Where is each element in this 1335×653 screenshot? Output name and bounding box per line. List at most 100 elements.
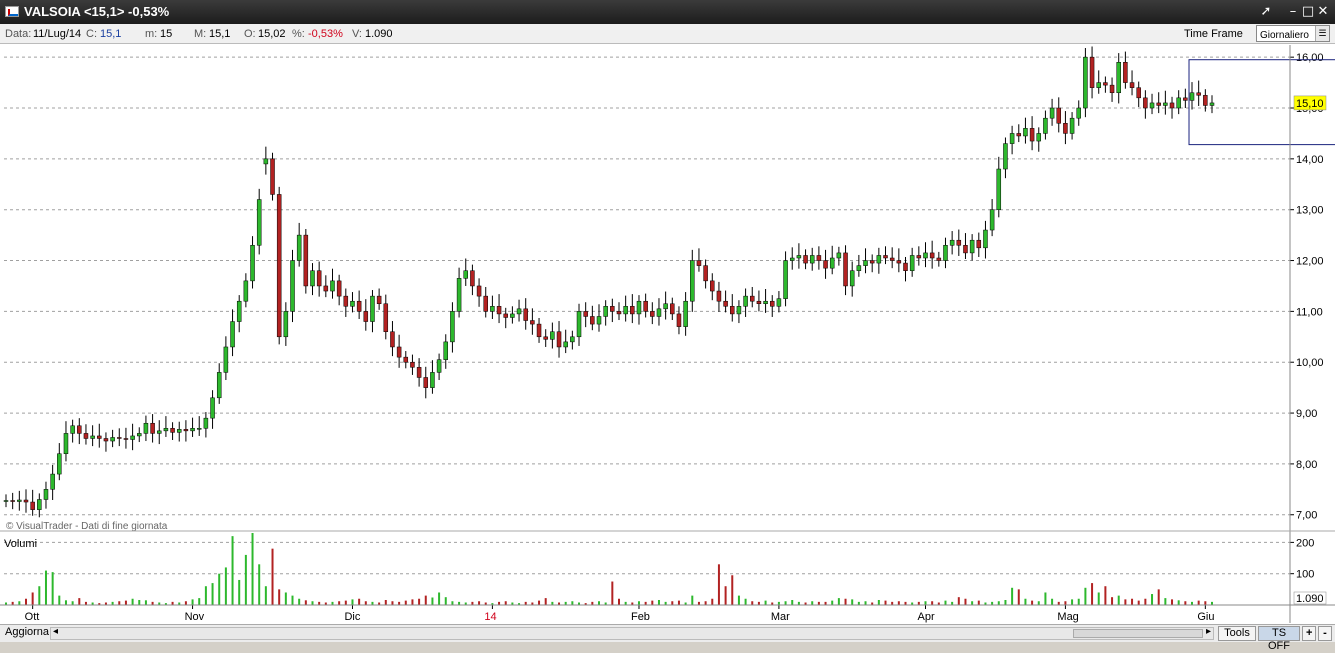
candle-body (816, 255, 822, 261)
candle-body (683, 300, 688, 327)
candle-body (969, 239, 975, 254)
candle-body (956, 239, 962, 246)
candle-body (550, 331, 555, 340)
candle-body (363, 311, 369, 322)
candle-body (803, 255, 808, 264)
scroll-thumb[interactable] (1073, 629, 1203, 638)
candle-body (596, 316, 602, 325)
candle-body (1003, 143, 1008, 170)
candle-body (916, 255, 922, 259)
candle-body (730, 306, 735, 315)
candle-body (1156, 102, 1161, 106)
max-value: 15,1 (209, 28, 231, 40)
price-volume-chart[interactable]: 7,00 8,00 9,00 10,00 11,00 12,00 13,00 14,00 15,… (0, 45, 1335, 625)
candle-body (63, 433, 69, 454)
candle-body (663, 303, 668, 310)
candle-body (57, 453, 62, 475)
candle-body (1169, 102, 1175, 109)
aggiorna-button[interactable]: Aggiorna (2, 626, 49, 641)
candle-body (37, 499, 42, 510)
price-tick-label: 9,00 (1296, 408, 1317, 420)
candle-body (303, 234, 309, 287)
zoom-out-button[interactable]: - (1318, 626, 1332, 641)
timeframe-label: Time Frame (1184, 28, 1243, 40)
candle-body (30, 501, 35, 510)
candle-body (976, 239, 982, 249)
pin-icon[interactable]: ➚ (1258, 4, 1274, 20)
price-tick-label: 16,00 (1296, 52, 1324, 64)
candle-body (903, 262, 908, 271)
candle-body (710, 280, 715, 292)
candle-body (543, 336, 548, 340)
horizontal-scrollbar[interactable]: ◂ ▸ (50, 626, 1214, 640)
candle-body (23, 499, 29, 503)
candle-body (423, 377, 429, 388)
candle-body (190, 428, 195, 432)
candle-body (936, 257, 942, 261)
x-tick-label: Ott (25, 611, 40, 623)
ts-off-button[interactable]: TS OFF (1258, 626, 1300, 652)
candle-body (1063, 123, 1068, 134)
quote-info-bar: Data: 11/Lug/14 C: 15,1 m: 15 M: 15,1 O:… (0, 24, 1335, 44)
candle-body (530, 320, 535, 325)
candle-body (150, 422, 155, 434)
candle-body (1109, 84, 1115, 94)
candle-body (296, 234, 302, 261)
candle-body (756, 300, 762, 305)
maximize-button[interactable]: □ (1300, 4, 1316, 20)
candle-body (210, 397, 215, 419)
candle-body (410, 361, 415, 368)
close-button[interactable]: ✕ (1315, 4, 1331, 20)
candle-body (1189, 92, 1195, 101)
timeframe-select[interactable]: Giornaliero ☰ (1256, 25, 1330, 42)
candle-body (556, 331, 562, 348)
candle-body (283, 311, 289, 338)
minimize-button[interactable]: – (1285, 4, 1301, 20)
candle-body (570, 336, 575, 343)
candle-body (276, 194, 282, 338)
candle-body (883, 255, 888, 259)
candle-body (1143, 97, 1148, 109)
candle-body (516, 308, 522, 315)
chart-app-icon (5, 6, 19, 17)
candle-body (396, 346, 402, 358)
candle-body (656, 308, 662, 317)
candle-body (250, 245, 255, 282)
candle-body (630, 306, 635, 315)
tools-button[interactable]: Tools (1218, 626, 1256, 641)
candle-body (403, 356, 409, 363)
candle-body (650, 311, 655, 317)
candle-body (643, 300, 648, 312)
candle-body (77, 425, 82, 434)
candle-body (1076, 107, 1081, 119)
pct-value: -0,53% (308, 28, 343, 40)
volume-tick-label: 200 (1296, 537, 1314, 549)
x-tick-label: Apr (917, 611, 934, 623)
candle-body (1029, 128, 1035, 142)
title-bar: VALSOIA <15,1> -0,53% ➚ – □ ✕ (0, 0, 1335, 24)
scroll-right-icon[interactable]: ▸ (1206, 626, 1211, 637)
candle-body (929, 252, 935, 259)
candle-body (869, 260, 875, 264)
candle-body (829, 257, 835, 269)
candle-body (536, 323, 542, 338)
candle-body (137, 433, 142, 437)
candle-body (156, 430, 162, 434)
candle-body (823, 260, 828, 269)
candle-body (736, 306, 742, 315)
candle-body (583, 311, 588, 317)
zoom-in-button[interactable]: + (1302, 626, 1316, 641)
candle-body (923, 252, 928, 259)
candle-body (603, 306, 608, 317)
candle-body (103, 438, 109, 442)
scroll-left-icon[interactable]: ◂ (53, 626, 58, 637)
candle-body (230, 321, 235, 348)
candle-body (750, 295, 755, 302)
volume-value: 1.090 (365, 28, 393, 40)
candle-body (430, 372, 435, 388)
chart-area[interactable]: 7,00 8,00 9,00 10,00 11,00 12,00 13,00 14,00 15,… (0, 45, 1335, 625)
x-tick-label: Feb (631, 611, 650, 623)
date-value: 11/Lug/14 (33, 28, 82, 40)
price-tick-label: 11,00 (1296, 306, 1323, 318)
candle-body (789, 257, 795, 261)
